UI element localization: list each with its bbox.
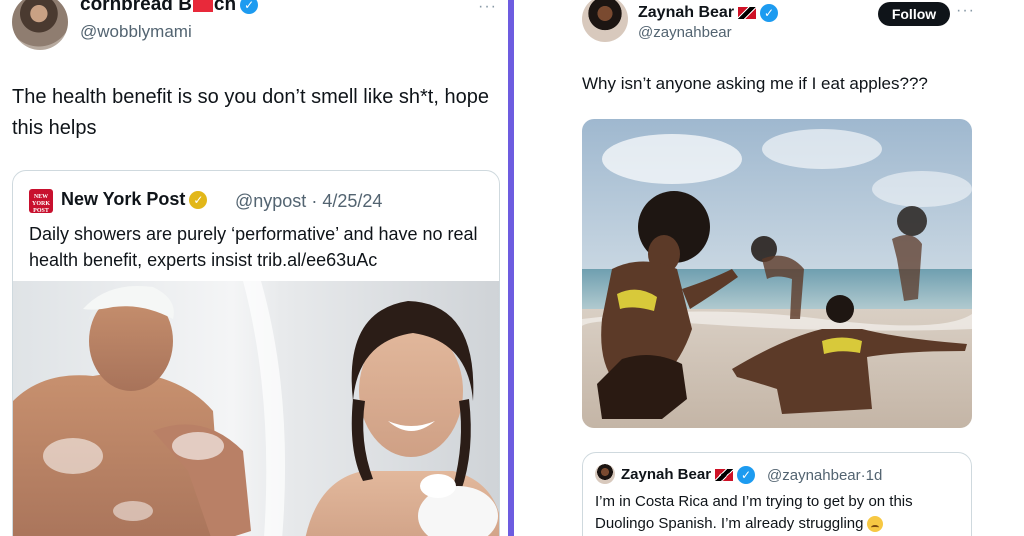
quoted-handle[interactable]: @zaynahbear [767,467,861,484]
quoted-date[interactable]: 4/25/24 [322,191,382,211]
quoted-tweet[interactable]: NEW YORK POST New York Post ✓ @nypost · 4… [12,170,500,536]
gold-verified-icon: ✓ [189,191,208,210]
user-name[interactable]: cornbread B ch ✓ [80,0,259,16]
quoted-tweet[interactable]: Zaynah Bear ✓ @zaynahbear·1d I’m in Costa… [582,452,972,536]
quoted-avatar[interactable] [595,464,615,484]
left-tweet: cornbread Bch ✓ @wobblymami ··· The healt… [0,0,508,536]
quoted-user-name[interactable]: New York Post ✓ [61,189,208,210]
user-name-end: ch [213,0,237,15]
quoted-meta: @nypost · 4/25/24 [235,191,382,212]
avatar[interactable] [582,0,628,42]
nypost-logo-icon: NEW YORK POST [29,189,53,214]
quoted-text: Daily showers are purely ‘performative’ … [29,224,478,270]
user-name-text: Zaynah Bear [638,4,735,22]
follow-button[interactable]: Follow [878,2,950,26]
quoted-age[interactable]: 1d [866,467,883,484]
tweet-text: The health benefit is so you don’t smell… [12,86,489,139]
quoted-user-name[interactable]: Zaynah Bear ✓ [621,466,756,485]
quoted-text: I’m in Costa Rica and I’m trying to get … [595,491,965,535]
quoted-user-name-text: Zaynah Bear [621,466,712,483]
beach-photo[interactable] [582,119,972,428]
verified-badge-icon: ✓ [737,466,756,485]
quoted-text-body: I’m in Costa Rica and I’m trying to get … [595,493,913,532]
user-handle[interactable]: @zaynahbear [638,24,732,41]
dot-separator: · [306,191,323,211]
user-name-start: cornbread B [80,0,192,15]
user-handle[interactable]: @wobblymami [80,22,192,42]
shower-photo[interactable] [13,281,500,536]
user-name[interactable]: Zaynah Bear ✓ [638,4,779,22]
right-tweet: Zaynah Bear ✓ @zaynahbear Follow ··· Why … [514,0,1024,536]
crying-face-emoji-icon [867,516,884,533]
quoted-user-name-text: New York Post [61,189,186,209]
quoted-handle[interactable]: @nypost [235,191,306,211]
more-options-icon[interactable]: ··· [956,2,975,20]
avatar[interactable] [12,0,68,50]
quoted-meta: @zaynahbear·1d [767,467,882,484]
flag-icon [738,7,757,19]
verified-badge-icon: ✓ [760,4,779,22]
more-options-icon[interactable]: ··· [478,0,497,16]
verified-badge-icon: ✓ [240,0,259,14]
flag-icon [715,469,734,482]
tweet-text: Why isn’t anyone asking me if I eat appl… [582,74,928,93]
redaction-block [192,0,213,12]
